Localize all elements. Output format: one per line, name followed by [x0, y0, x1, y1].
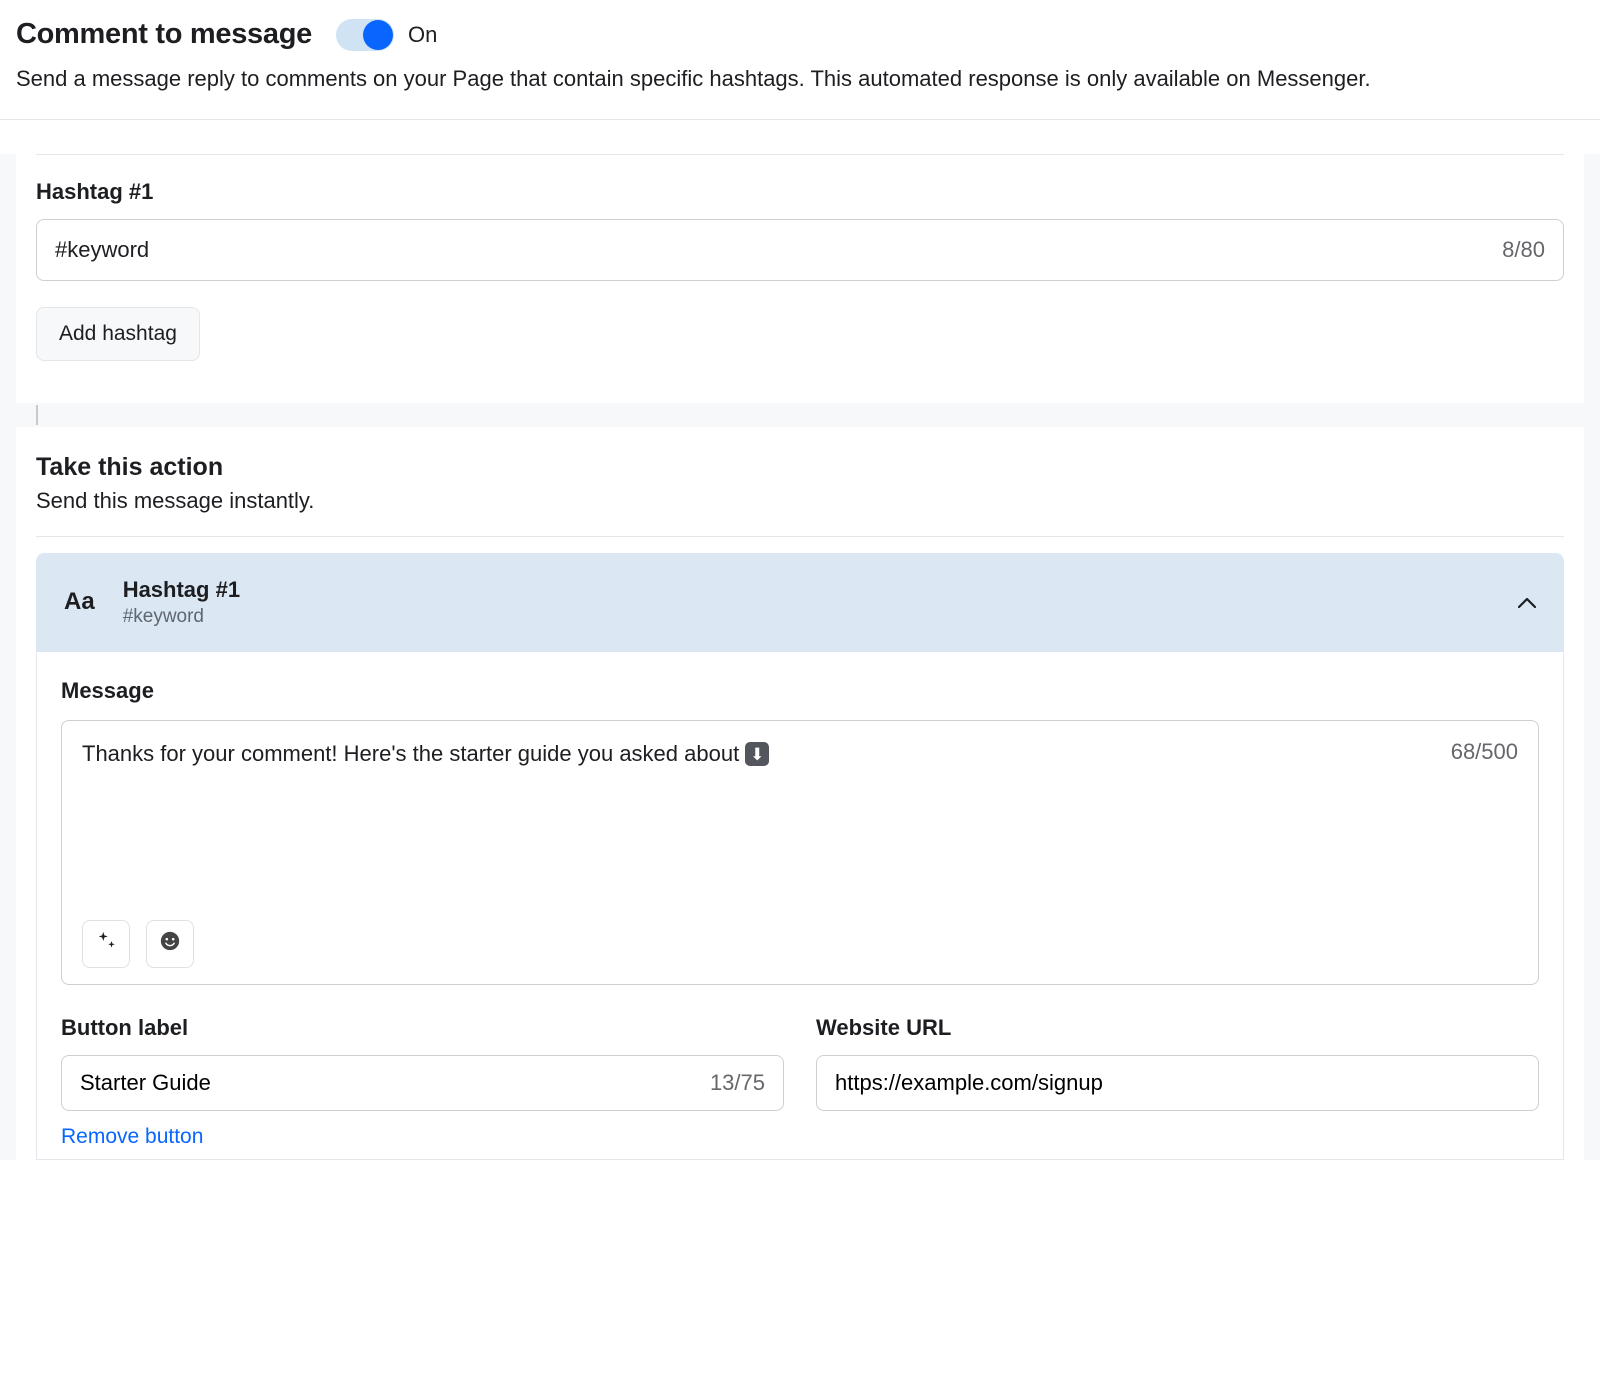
feature-toggle[interactable]	[336, 19, 394, 51]
add-hashtag-button[interactable]: Add hashtag	[36, 307, 200, 361]
text-aa-icon: Aa	[64, 588, 95, 616]
button-label-char-count: 13/75	[710, 1070, 765, 1096]
smiley-icon	[159, 930, 181, 958]
divider	[36, 154, 1564, 155]
ai-sparkle-button[interactable]	[82, 920, 130, 968]
message-label: Message	[61, 678, 1539, 704]
emoji-picker-button[interactable]	[146, 920, 194, 968]
message-textarea[interactable]: Thanks for your comment! Here's the star…	[61, 720, 1539, 985]
section-gap	[16, 403, 1584, 427]
hashtag-input[interactable]	[55, 237, 1502, 263]
page-title: Comment to message	[16, 18, 312, 51]
hashtag-char-count: 8/80	[1502, 237, 1545, 263]
message-accordion-header[interactable]: Aa Hashtag #1 #keyword	[36, 553, 1564, 652]
message-accordion-body: Message Thanks for your comment! Here's …	[36, 652, 1564, 1160]
divider	[0, 119, 1600, 120]
action-title: Take this action	[36, 453, 1564, 482]
hashtag-input-row[interactable]: 8/80	[36, 219, 1564, 281]
button-label-input[interactable]	[80, 1070, 710, 1096]
accordion-subtitle: #keyword	[123, 606, 1490, 628]
divider	[36, 536, 1564, 537]
website-url-title: Website URL	[816, 1015, 1539, 1041]
button-label-input-row[interactable]: 13/75	[61, 1055, 784, 1111]
action-subtitle: Send this message instantly.	[36, 488, 1564, 514]
website-url-input-row[interactable]	[816, 1055, 1539, 1111]
website-url-input[interactable]	[835, 1070, 1520, 1096]
message-text[interactable]: Thanks for your comment! Here's the star…	[82, 739, 739, 770]
toggle-state-label: On	[408, 22, 437, 48]
chevron-up-icon	[1518, 589, 1536, 615]
sparkle-icon	[95, 930, 117, 958]
hashtag-field-label: Hashtag #1	[26, 179, 1574, 205]
accordion-title: Hashtag #1	[123, 577, 1490, 603]
remove-button-link[interactable]: Remove button	[61, 1125, 784, 1149]
button-label-title: Button label	[61, 1015, 784, 1041]
message-char-count: 68/500	[1451, 739, 1518, 765]
page-description: Send a message reply to comments on your…	[0, 51, 1600, 119]
toggle-knob	[363, 20, 393, 50]
arrow-down-emoji-icon: ⬇	[745, 742, 769, 766]
